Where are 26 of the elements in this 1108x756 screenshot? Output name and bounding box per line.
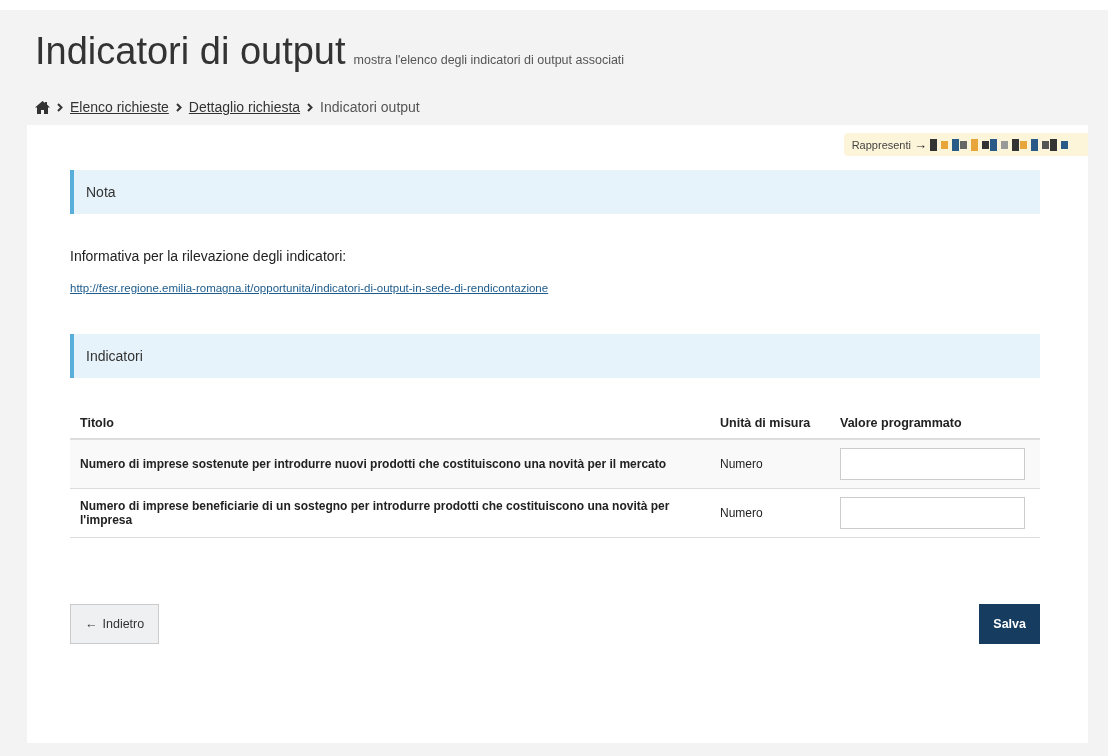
represent-label: Rappresenti — [851, 138, 911, 151]
table-cell: Numero di imprese sostenute per introdurre nuovi prodotti che costituiscono una novità per il mercato — [80, 457, 667, 471]
column-header: Valore programmato — [840, 416, 962, 430]
breadcrumb-link[interactable]: Elenco richieste — [70, 99, 169, 115]
info-text: Informativa per la rilevazione degli indicatori: — [70, 248, 348, 264]
value-input[interactable] — [840, 448, 1025, 480]
home-icon[interactable] — [35, 100, 50, 114]
section-header: Indicatori — [70, 334, 1040, 378]
save-button[interactable]: Salva — [979, 604, 1040, 644]
info-link[interactable]: http://fesr.regione.emilia-romagna.it/opportunita/indicatori-di-output-in-sede-di-rendicontazione — [70, 282, 549, 294]
chevron-icon — [175, 102, 182, 112]
back-button[interactable]: ← Indietro — [70, 604, 160, 644]
section-header: Nota — [70, 170, 1040, 214]
breadcrumb-current: Indicatori output — [320, 99, 420, 115]
page-title: Indicatori di output — [35, 30, 346, 73]
breadcrumb-link[interactable]: Dettaglio richiesta — [188, 99, 301, 115]
chevron-icon — [57, 102, 63, 112]
column-header: Titolo — [80, 416, 114, 430]
column-header: Unità di misura — [720, 416, 811, 430]
arrow-label: → — [914, 137, 927, 152]
chevron-icon — [307, 102, 314, 112]
page-subtitle: mostra l'elenco degli indicatori di output associati — [353, 53, 625, 67]
table-cell-text: Numero di imprese beneficiarie di un sostegno per introdurre prodotti che costituiscono una novità per l'impresa — [80, 499, 671, 527]
table-cell: Numero — [720, 457, 763, 471]
value-input[interactable] — [840, 497, 1025, 529]
table-cell: Numero — [720, 506, 763, 520]
